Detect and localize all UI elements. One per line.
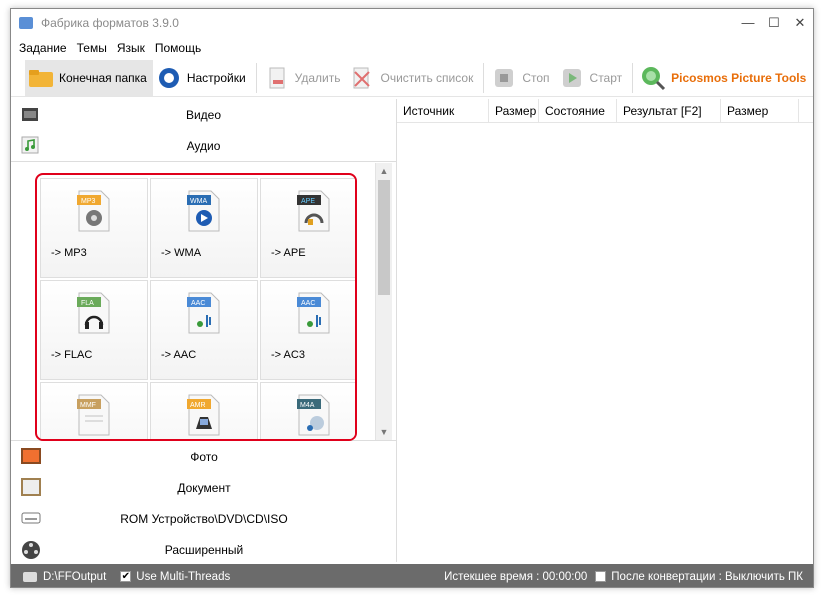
settings-icon [155,65,183,91]
format-tile-wma[interactable]: WMA -> WMA [150,178,258,278]
start-button[interactable]: Старт [556,60,629,96]
col-status[interactable]: Состояние [539,99,617,122]
video-icon [21,105,39,123]
format-tile-mmf[interactable]: MMF [40,382,148,439]
clear-list-button[interactable]: Очистить список [346,60,479,96]
flac-file-icon: FLA [77,291,111,335]
disc-drive-icon [21,509,41,527]
scroll-down-arrow[interactable]: ▼ [376,424,392,440]
output-path: D:\FFOutput [43,570,107,583]
close-button[interactable]: ✕ [787,15,813,31]
app-window: Фабрика форматов 3.9.0 — ☐ ✕ Задание Тем… [10,8,814,588]
file-list-panel: Источник Размер Состояние Результат [F2]… [397,99,813,562]
settings-button[interactable]: Настройки [153,60,252,96]
format-tiles: MP3 -> MP3 WMA -> WMA APE -> APE FLA -> … [40,178,355,439]
remove-icon [263,65,291,91]
aac-file-icon: AAC [187,291,221,335]
photo-icon [21,447,41,465]
toolbar: Конечная папка Настройки Удалить Очистит… [11,59,813,97]
format-tile-ac3[interactable]: AAC -> AC3 [260,280,355,380]
title-bar: Фабрика форматов 3.9.0 — ☐ ✕ [11,9,813,37]
menu-bar: Задание Темы Язык Помощь [11,37,813,59]
stop-icon [490,65,518,91]
status-bar: D:\FFOutput ✔ Use Multi-Threads Истекшее… [11,564,813,587]
svg-text:APE: APE [301,198,315,205]
mp3-file-icon: MP3 [77,189,111,233]
film-reel-icon [21,540,40,559]
grid-scrollbar[interactable]: ▲ ▼ [375,163,392,440]
scroll-up-arrow[interactable]: ▲ [376,163,392,179]
mmf-file-icon: MMF [77,393,111,437]
svg-text:AMR: AMR [190,402,206,409]
drive-icon [23,571,37,582]
svg-text:MP3: MP3 [81,198,96,205]
picosmos-button[interactable]: Picosmos Picture Tools [637,60,812,96]
category-audio[interactable]: Аудио [11,130,396,161]
after-convert-label: После конвертации : Выключить ПК [611,570,803,583]
scroll-thumb[interactable] [378,180,390,295]
wma-file-icon: WMA [187,189,221,233]
svg-text:WMA: WMA [190,198,207,205]
category-advanced[interactable]: Расширенный [11,534,397,565]
app-icon [19,17,33,29]
menu-themes[interactable]: Темы [77,41,107,55]
category-panel: Видео Аудио MP3 -> MP3 WMA -> WMA APE ->… [11,99,397,562]
col-result-size[interactable]: Размер [721,99,799,122]
window-title: Фабрика форматов 3.9.0 [41,16,179,30]
maximize-button[interactable]: ☐ [761,15,787,31]
folder-icon [27,65,55,91]
stop-button[interactable]: Стоп [488,60,555,96]
ac3-file-icon: AAC [297,291,331,335]
col-source[interactable]: Источник [397,99,489,122]
category-video[interactable]: Видео [11,99,396,130]
format-tile-m4a[interactable]: M4A [260,382,355,439]
minimize-button[interactable]: — [735,15,761,31]
music-icon [21,136,39,154]
category-document[interactable]: Документ [11,472,397,503]
amr-file-icon: AMR [187,393,221,437]
format-tile-mp3[interactable]: MP3 -> MP3 [40,178,148,278]
svg-text:FLA: FLA [81,300,94,307]
start-icon [558,65,586,91]
document-icon [21,478,41,496]
multithread-checkbox[interactable]: ✔ [120,571,132,582]
menu-help[interactable]: Помощь [155,41,201,55]
multithread-label: Use Multi-Threads [136,570,231,583]
category-rom[interactable]: ROM Устройство\DVD\CD\ISO [11,503,397,534]
format-tile-amr[interactable]: AMR [150,382,258,439]
svg-text:AAC: AAC [191,300,205,307]
col-result[interactable]: Результат [F2] [617,99,721,122]
highlight-frame: MP3 -> MP3 WMA -> WMA APE -> APE FLA -> … [35,173,357,441]
table-header: Источник Размер Состояние Результат [F2]… [397,99,813,123]
svg-text:MMF: MMF [80,402,96,409]
output-folder-button[interactable]: Конечная папка [25,59,153,96]
elapsed-time: Истекшее время : 00:00:00 [444,570,588,583]
category-photo[interactable]: Фото [11,441,397,472]
picosmos-icon [639,65,667,91]
format-tile-flac[interactable]: FLA -> FLAC [40,280,148,380]
format-tile-ape[interactable]: APE -> APE [260,178,355,278]
format-tile-aac[interactable]: AAC -> AAC [150,280,258,380]
after-convert-checkbox[interactable] [595,571,607,582]
m4a-file-icon: M4A [297,393,331,437]
svg-text:AAC: AAC [301,300,315,307]
menu-task[interactable]: Задание [19,41,67,55]
remove-button[interactable]: Удалить [261,60,347,96]
ape-file-icon: APE [297,189,331,233]
clear-icon [348,65,376,91]
svg-text:M4A: M4A [300,402,315,409]
menu-language[interactable]: Язык [117,41,145,55]
col-size[interactable]: Размер [489,99,539,122]
format-grid-area: MP3 -> MP3 WMA -> WMA APE -> APE FLA -> … [11,161,397,441]
